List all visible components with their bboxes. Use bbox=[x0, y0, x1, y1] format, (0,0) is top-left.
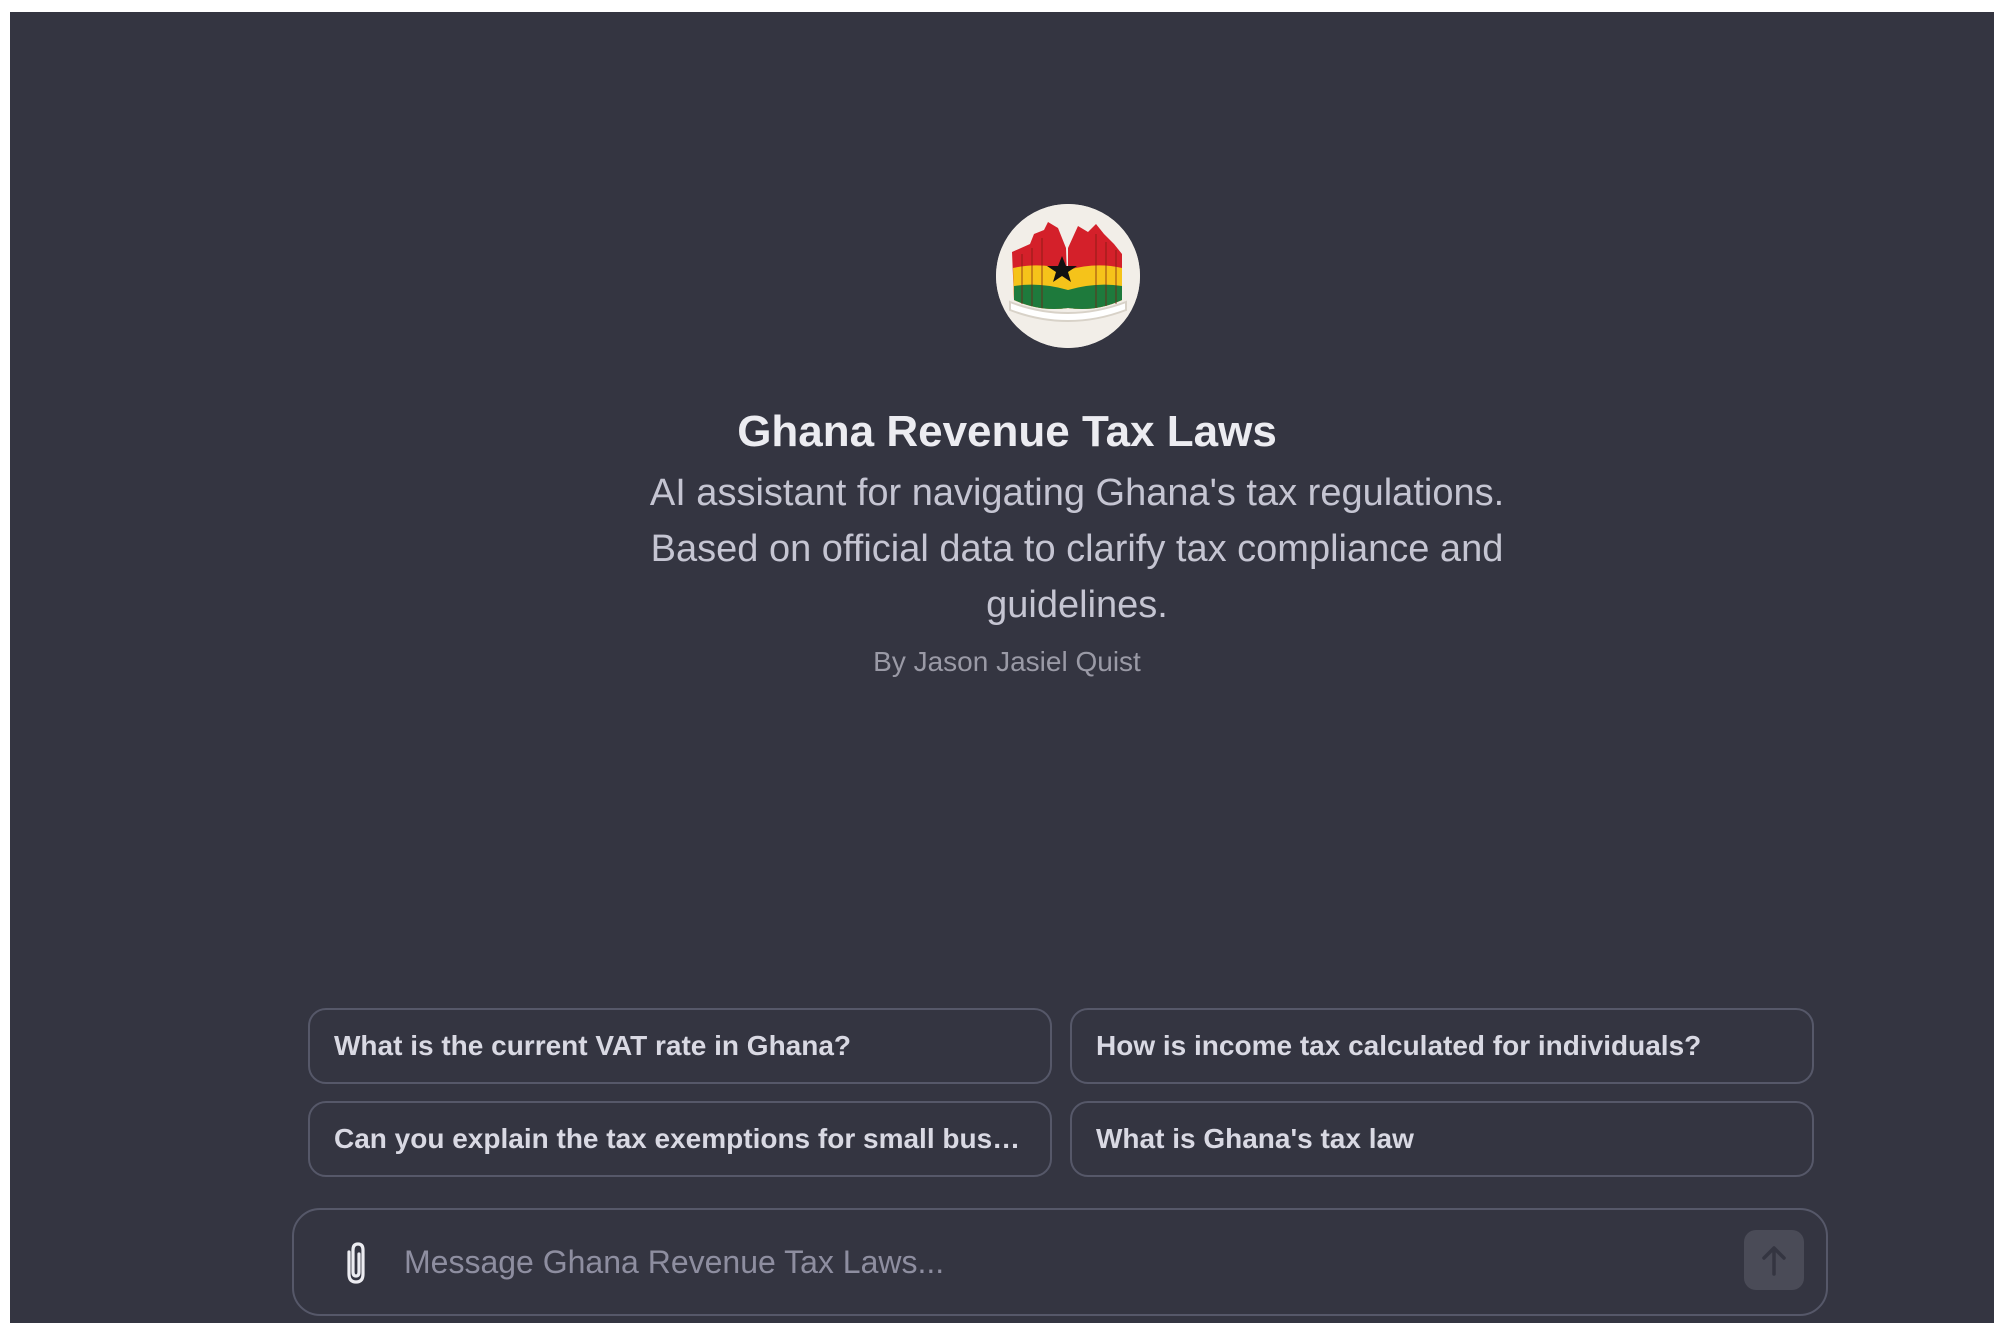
gpt-description: AI assistant for navigating Ghana's tax … bbox=[649, 472, 1505, 626]
gpt-title: Ghana Revenue Tax Laws bbox=[737, 407, 1277, 456]
gpt-avatar bbox=[996, 204, 1140, 348]
ghana-flag-book-icon bbox=[996, 204, 1140, 348]
suggestion-button[interactable]: What is Ghana's tax law bbox=[1070, 1101, 1814, 1177]
send-button[interactable] bbox=[1744, 1230, 1804, 1290]
arrow-up-icon bbox=[1762, 1246, 1786, 1276]
gpt-author: By Jason Jasiel Quist bbox=[873, 646, 1141, 677]
suggestion-button[interactable]: How is income tax calculated for individ… bbox=[1070, 1008, 1814, 1084]
suggestion-button[interactable]: What is the current VAT rate in Ghana? bbox=[308, 1008, 1052, 1084]
suggestion-button[interactable]: Can you explain the tax exemptions for s… bbox=[308, 1101, 1052, 1177]
suggestion-grid: What is the current VAT rate in Ghana? H… bbox=[308, 1008, 1814, 1177]
message-composer bbox=[292, 1208, 1828, 1316]
message-input[interactable] bbox=[404, 1232, 1704, 1292]
paperclip-icon[interactable] bbox=[334, 1240, 378, 1288]
